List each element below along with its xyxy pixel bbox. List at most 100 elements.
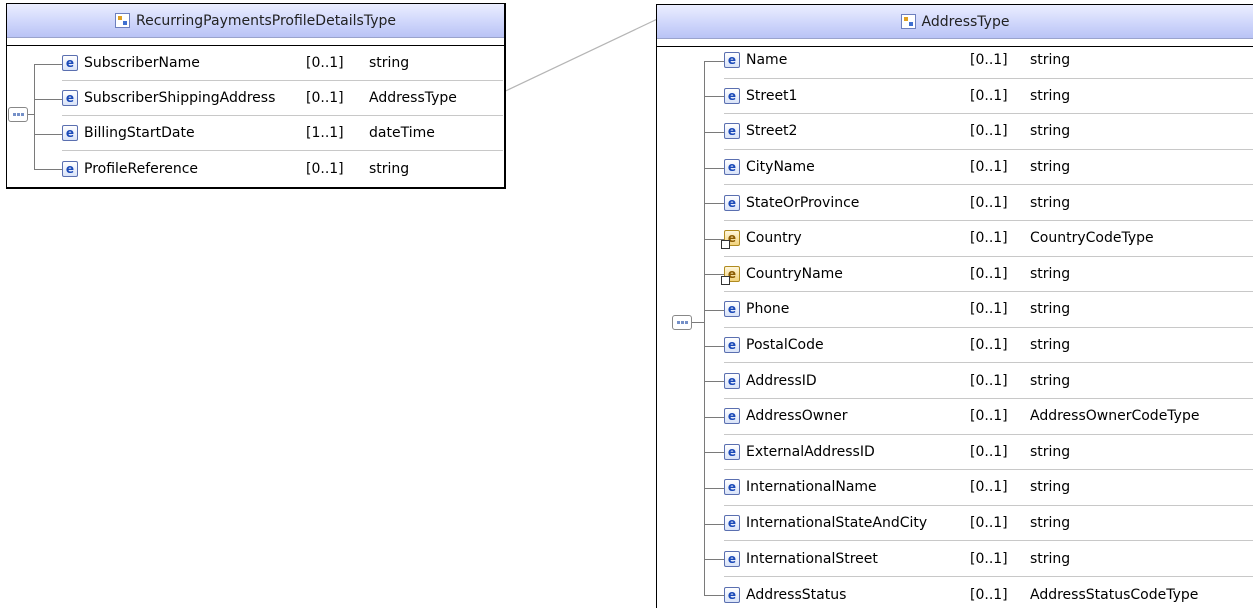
element-row-city-name[interactable]: e CityName [0..1] string [724, 150, 1253, 186]
element-type: AddressType [369, 90, 457, 106]
element-multiplicity: [0..1] [970, 194, 1008, 211]
type-header: RecurringPaymentsProfileDetailsType [7, 4, 504, 38]
type-header: AddressType [657, 5, 1253, 39]
element-icon: e [724, 123, 740, 140]
element-icon: e [724, 550, 740, 567]
element-icon: e [724, 194, 740, 211]
element-icon: e [724, 337, 740, 354]
element-type: string [1030, 87, 1071, 104]
element-row-country-name[interactable]: e CountryName [0..1] string [721, 257, 1253, 293]
element-type: string [1030, 265, 1071, 282]
element-icon: e [62, 90, 78, 106]
element-name: Country [746, 230, 802, 247]
element-icon: e [724, 443, 740, 460]
element-row-subscriber-shipping-address[interactable]: e SubscriberShippingAddress [0..1] AddressT… [62, 81, 503, 116]
element-name: InternationalStreet [746, 550, 878, 567]
element-multiplicity: [1..1] [306, 125, 344, 141]
element-icon: e [724, 159, 740, 176]
element-type: AddressStatusCodeType [1030, 586, 1199, 603]
element-name: SubscriberShippingAddress [84, 90, 276, 106]
element-name: Street1 [746, 87, 798, 104]
element-name: BillingStartDate [84, 125, 195, 141]
element-multiplicity: [0..1] [970, 52, 1008, 69]
element-type: string [369, 160, 410, 177]
element-multiplicity: [0..1] [970, 550, 1008, 567]
element-type: dateTime [369, 125, 435, 141]
element-row-name[interactable]: e Name [0..1] string [724, 43, 1253, 79]
element-type: string [1030, 301, 1071, 318]
element-type: CountryCodeType [1030, 230, 1154, 247]
element-multiplicity: [0..1] [306, 160, 344, 177]
element-row-international-street[interactable]: e InternationalStreet [0..1] string [724, 541, 1253, 577]
element-multiplicity: [0..1] [970, 408, 1008, 425]
element-multiplicity: [0..1] [970, 479, 1008, 496]
element-row-billing-start-date[interactable]: e BillingStartDate [1..1] dateTime [62, 116, 503, 151]
element-reference-icon: e [721, 230, 740, 250]
element-row-address-id[interactable]: e AddressID [0..1] string [724, 363, 1253, 399]
element-row-international-state-and-city[interactable]: e InternationalStateAndCity [0..1] string [724, 506, 1253, 542]
element-type: string [1030, 159, 1071, 176]
element-row-postal-code[interactable]: e PostalCode [0..1] string [724, 328, 1253, 364]
element-type: string [369, 55, 410, 71]
element-multiplicity: [0..1] [970, 515, 1008, 532]
element-type: string [1030, 443, 1071, 460]
element-row-profile-reference[interactable]: e ProfileReference [0..1] string [62, 151, 503, 186]
element-type: string [1030, 123, 1071, 140]
element-row-state-or-province[interactable]: e StateOrProvince [0..1] string [724, 185, 1253, 221]
element-multiplicity: [0..1] [306, 55, 344, 71]
complex-type-icon [900, 14, 916, 29]
element-row-address-owner[interactable]: e AddressOwner [0..1] AddressOwnerCodeType [724, 399, 1253, 435]
element-row-street1[interactable]: e Street1 [0..1] string [724, 79, 1253, 115]
type-title: RecurringPaymentsProfileDetailsType [135, 12, 396, 29]
element-type: string [1030, 515, 1071, 532]
element-type: string [1030, 52, 1071, 69]
element-icon: e [724, 301, 740, 318]
element-type: AddressOwnerCodeType [1030, 408, 1200, 425]
element-multiplicity: [0..1] [970, 87, 1008, 104]
element-name: InternationalName [746, 479, 877, 496]
element-row-address-status[interactable]: e AddressStatus [0..1] AddressStatusCodeTyp… [724, 577, 1253, 613]
element-type: string [1030, 194, 1071, 211]
element-icon: e [724, 408, 740, 425]
element-name: AddressOwner [746, 408, 848, 425]
element-name: AddressID [746, 372, 817, 389]
element-icon: e [62, 125, 78, 141]
element-name: CityName [746, 159, 815, 176]
element-multiplicity: [0..1] [970, 265, 1008, 282]
element-name: InternationalStateAndCity [746, 515, 928, 532]
element-multiplicity: [0..1] [970, 372, 1008, 389]
element-icon: e [724, 479, 740, 496]
element-name: StateOrProvince [746, 194, 860, 211]
element-multiplicity: [0..1] [306, 90, 344, 106]
element-name: SubscriberName [84, 55, 200, 71]
element-name: Street2 [746, 123, 798, 140]
element-row-phone[interactable]: e Phone [0..1] string [724, 292, 1253, 328]
element-multiplicity: [0..1] [970, 159, 1008, 176]
element-name: Name [746, 52, 788, 69]
element-row-subscriber-name[interactable]: e SubscriberName [0..1] string [62, 46, 503, 81]
element-row-international-name[interactable]: e InternationalName [0..1] string [724, 470, 1253, 506]
element-multiplicity: [0..1] [970, 301, 1008, 318]
sequence-compositor-icon[interactable] [672, 315, 692, 330]
element-row-external-address-id[interactable]: e ExternalAddressID [0..1] string [724, 435, 1253, 471]
element-type: string [1030, 550, 1071, 567]
element-icon: e [62, 55, 78, 71]
element-name: CountryName [746, 265, 843, 282]
sequence-compositor-icon[interactable] [8, 107, 28, 122]
element-row-street2[interactable]: e Street2 [0..1] string [724, 114, 1253, 150]
element-type: string [1030, 337, 1071, 354]
element-name: AddressStatus [746, 586, 847, 603]
element-multiplicity: [0..1] [970, 337, 1008, 354]
element-icon: e [724, 586, 740, 603]
element-type: string [1030, 372, 1071, 389]
element-type: string [1030, 479, 1071, 496]
element-icon: e [62, 160, 78, 177]
element-icon: e [724, 52, 740, 69]
complex-type-icon [114, 13, 130, 28]
element-multiplicity: [0..1] [970, 443, 1008, 460]
element-row-country[interactable]: e Country [0..1] CountryCodeType [721, 221, 1253, 257]
element-multiplicity: [0..1] [970, 230, 1008, 247]
element-multiplicity: [0..1] [970, 123, 1008, 140]
element-icon: e [724, 372, 740, 389]
element-icon: e [724, 515, 740, 532]
